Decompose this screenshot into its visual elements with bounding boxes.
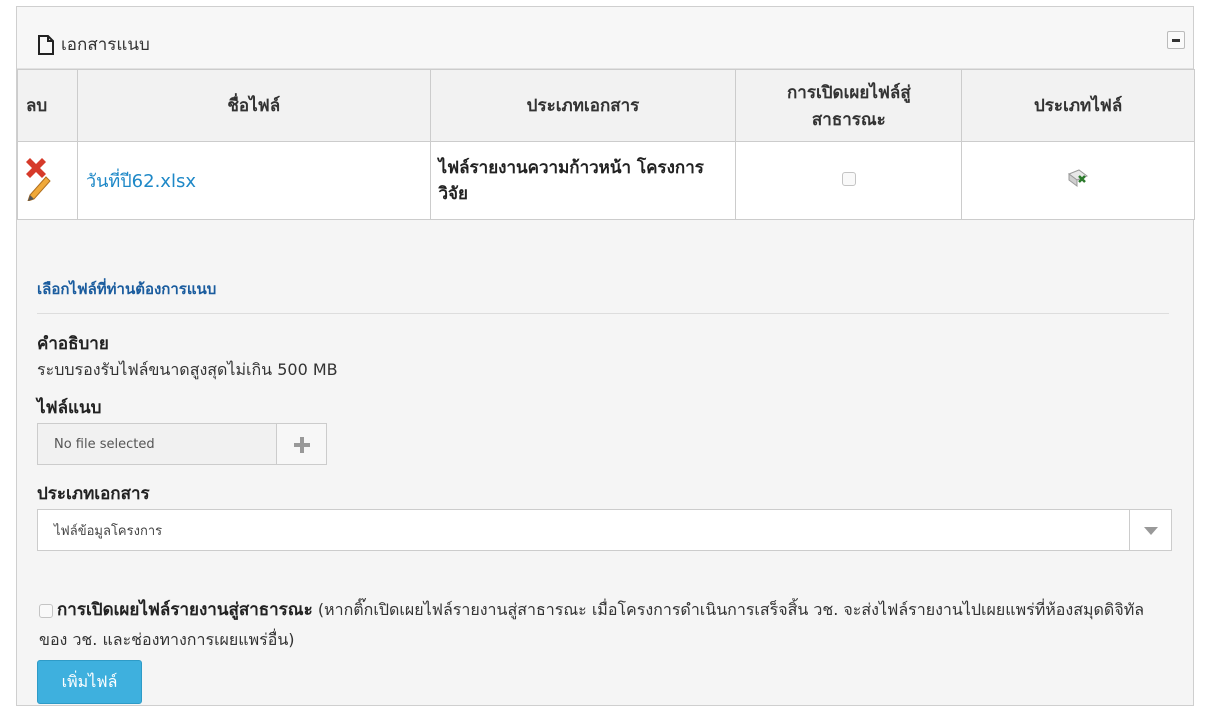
- file-name-cell: วันที่ปี62.xlsx: [76, 141, 431, 220]
- chevron-down-icon[interactable]: [1129, 510, 1171, 550]
- table-row: วันที่ปี62.xlsx ไฟล์รายงานความก้าวหน้า โ…: [17, 141, 1195, 220]
- attach-label: ไฟล์แนบ: [37, 398, 102, 418]
- description-label: คำอธิบาย: [37, 334, 109, 354]
- file-input[interactable]: No file selected: [37, 423, 277, 465]
- delete-edit-icon[interactable]: [26, 155, 52, 202]
- disclosure-checkbox[interactable]: [841, 171, 856, 186]
- disclosure-cell: [735, 141, 963, 220]
- file-link[interactable]: วันที่ปี62.xlsx: [86, 171, 196, 192]
- doc-type-select[interactable]: ไฟล์ข้อมูลโครงการ: [37, 509, 1172, 551]
- col-file-name: ชื่อไฟล์: [76, 69, 431, 142]
- disclose-option: การเปิดเผยไฟล์รายงานสู่สาธารณะ (หากติ๊กเ…: [39, 595, 1159, 655]
- col-file-type: ประเภทไฟล์: [961, 69, 1195, 142]
- panel-header: เอกสารแนบ: [17, 7, 1193, 69]
- disclose-label: การเปิดเผยไฟล์รายงานสู่สาธารณะ: [57, 600, 313, 620]
- table-header-row: ลบ ชื่อไฟล์ ประเภทเอกสาร การเปิดเผยไฟล์ส…: [17, 69, 1195, 142]
- col-delete: ลบ: [17, 69, 78, 142]
- disclose-checkbox[interactable]: [39, 603, 53, 618]
- panel-title: เอกสารแนบ: [37, 31, 150, 58]
- collapse-button[interactable]: [1167, 31, 1185, 49]
- doc-type-label: ประเภทเอกสาร: [37, 484, 150, 504]
- col-public-disclosure: การเปิดเผยไฟล์สู่ สาธารณะ: [735, 69, 963, 142]
- add-file-button[interactable]: เพิ่มไฟล์: [37, 660, 142, 704]
- description-text: ระบบรองรับไฟล์ขนาดสูงสุดไม่เกิน 500 MB: [37, 360, 338, 379]
- attachments-table: ลบ ชื่อไฟล์ ประเภทเอกสาร การเปิดเผยไฟล์ส…: [17, 69, 1195, 220]
- doc-type-selected-value: ไฟล์ข้อมูลโครงการ: [54, 523, 163, 539]
- doc-type-cell: ไฟล์รายงานความก้าวหน้า โครงการวิจัย: [429, 141, 737, 220]
- doc-type-text: ไฟล์รายงานความก้าวหน้า โครงการวิจัย: [438, 157, 704, 204]
- section-title: เลือกไฟล์ที่ท่านต้องการแนบ: [37, 280, 217, 298]
- document-icon: [38, 34, 54, 55]
- col-doc-type: ประเภทเอกสาร: [429, 69, 737, 142]
- excel-file-icon: [1068, 169, 1089, 187]
- divider: [37, 313, 1169, 314]
- file-picker: No file selected: [37, 423, 327, 465]
- delete-cell: [17, 141, 78, 220]
- panel-title-text: เอกสารแนบ: [61, 35, 150, 55]
- attachments-panel: เอกสารแนบ ลบ ชื่อไฟล์ ประเภทเอกสาร การเป…: [16, 6, 1195, 706]
- add-file-plus-button[interactable]: [277, 423, 327, 465]
- file-type-cell: [961, 141, 1195, 220]
